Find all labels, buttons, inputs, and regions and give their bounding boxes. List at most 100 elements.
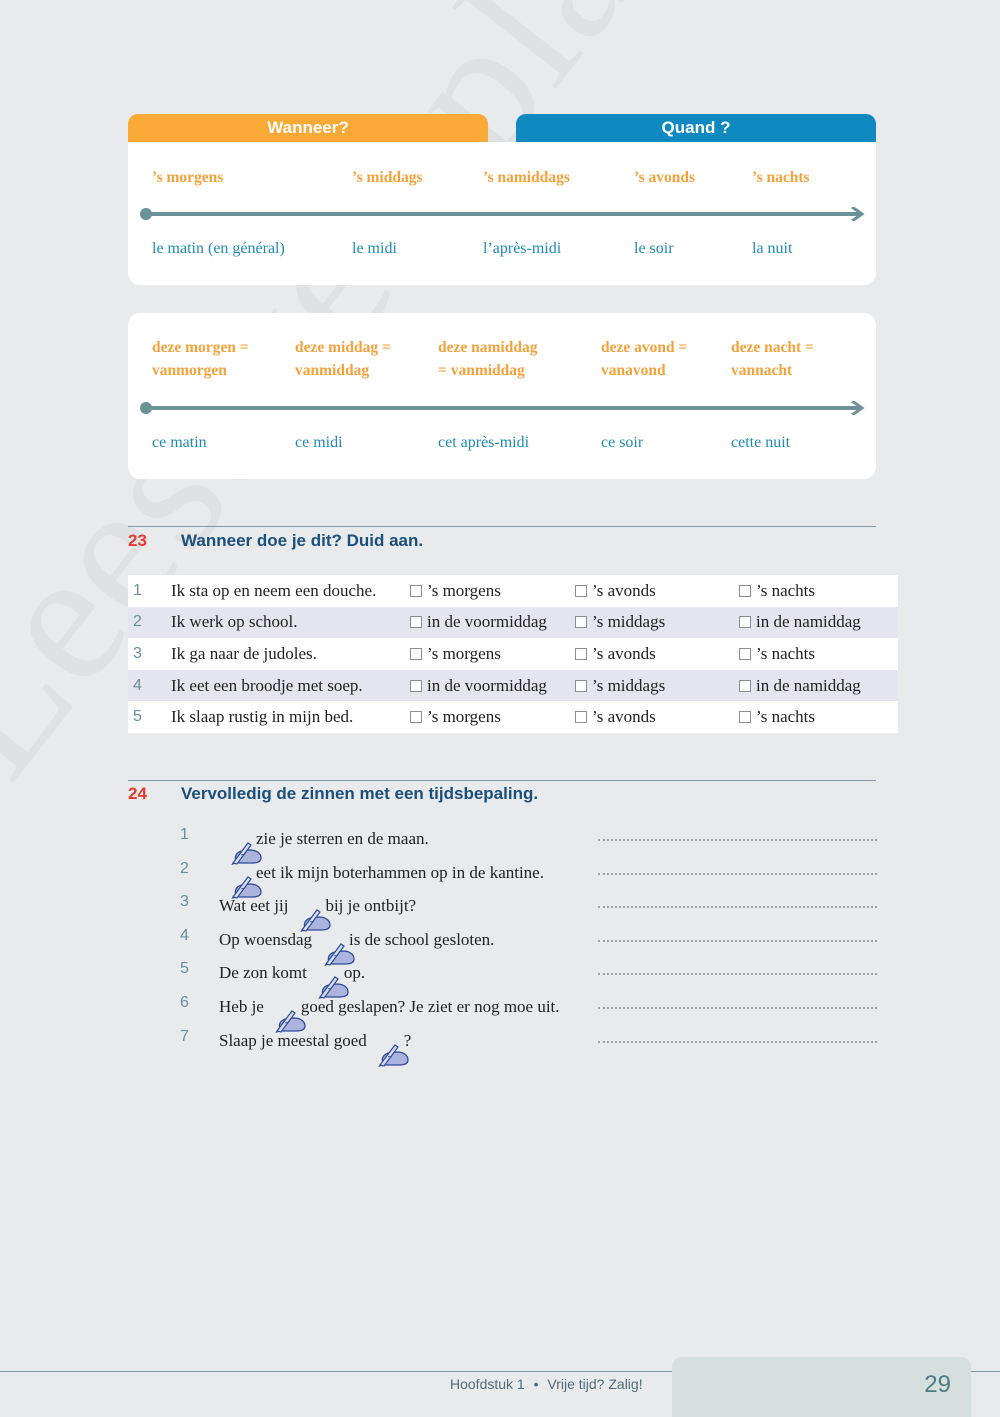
option[interactable]: ’s nachts: [739, 707, 815, 727]
checkbox[interactable]: [410, 584, 422, 597]
option[interactable]: in de namiddag: [739, 612, 861, 632]
term: ’s avonds: [634, 169, 696, 186]
checkbox[interactable]: [575, 647, 587, 660]
option[interactable]: ’s avonds: [575, 581, 656, 601]
option[interactable]: ’s middags: [575, 676, 665, 696]
tab-quand: Quand ?: [516, 114, 876, 142]
writing-hand-icon: [309, 955, 349, 1000]
checkbox[interactable]: [575, 584, 587, 597]
item-number: 7: [180, 1027, 189, 1045]
term: deze nacht = vannacht: [731, 336, 814, 382]
sentence: Ik werk op school.: [171, 612, 298, 632]
item-number: 2: [180, 859, 189, 877]
option-label: ’s middags: [592, 675, 666, 695]
tab-wanneer: Wanneer?: [128, 114, 488, 142]
checkbox[interactable]: [575, 616, 587, 629]
checkbox[interactable]: [739, 647, 751, 660]
option-label: ’s avonds: [592, 580, 656, 600]
item-number: 3: [180, 893, 189, 911]
answer-line[interactable]: [598, 1040, 877, 1043]
translation: le matin (en général): [152, 240, 285, 257]
sentence-start: De zon komt: [219, 963, 307, 983]
table-row: 4 Ik eet een broodje met soep. in de voo…: [128, 669, 898, 702]
list-item: 3 Wat eet jij bij je ontbijt?: [0, 887, 1000, 933]
sentence: Ik sta op en neem een douche.: [171, 580, 377, 600]
writing-hand-icon: [221, 821, 262, 865]
exercise-number: 24: [128, 784, 147, 803]
checkbox[interactable]: [410, 616, 422, 629]
answer-line[interactable]: [598, 973, 877, 976]
divider: [128, 780, 876, 781]
writing-hand-icon: [290, 888, 331, 933]
sentence-end: bij je ontbijt?: [325, 896, 417, 916]
term: deze morgen = vanmorgen: [152, 336, 249, 382]
item-number: 6: [180, 994, 189, 1011]
checkbox[interactable]: [575, 679, 587, 692]
sentence: Heb je goed geslapen? Je ziet er nog moe…: [219, 993, 560, 1033]
table-row: 1 Ik sta op en neem een douche. ’s morge…: [128, 575, 898, 607]
translation: le soir: [634, 240, 674, 257]
option[interactable]: ’s morgens: [410, 581, 501, 601]
translation: cette nuit: [731, 434, 791, 451]
sentence-start: Wat eet jij: [219, 896, 289, 916]
term-line: vanmorgen: [152, 362, 227, 379]
option[interactable]: ’s middags: [575, 612, 665, 632]
timeline-arrow: [140, 207, 868, 221]
chapter-title: Vrije tijd? Zalig!: [547, 1376, 643, 1392]
option[interactable]: ’s avonds: [575, 644, 656, 664]
answer-line[interactable]: [598, 839, 877, 841]
option[interactable]: ’s avonds: [575, 707, 656, 727]
answer-line[interactable]: [598, 906, 877, 909]
option[interactable]: ’s morgens: [410, 707, 501, 727]
answer-line[interactable]: [598, 872, 877, 875]
list-item: 1 zie je sterren en de maan.: [0, 820, 1000, 865]
item-number: 1: [180, 826, 189, 843]
checkbox[interactable]: [739, 616, 751, 629]
chapter-label: Hoofdstuk 1: [450, 1376, 525, 1392]
list-item: 2 eet ik mijn boterhammen op in de kanti…: [0, 854, 1000, 899]
sentence-end: zie je sterren en de maan.: [256, 829, 429, 848]
list-item: 6 Heb je goed geslapen? Je ziet er nog mo…: [0, 988, 1000, 1033]
term-line: vanavond: [601, 362, 666, 379]
option[interactable]: ’s morgens: [410, 644, 501, 664]
sentence: Wat eet jij bij je ontbijt?: [219, 892, 417, 933]
table-row: 2 Ik werk op school. in de voormiddag ’s…: [128, 606, 898, 639]
option[interactable]: in de voormiddag: [410, 676, 547, 696]
option-label: ’s avonds: [592, 643, 656, 663]
term: ’s middags: [352, 169, 423, 186]
option[interactable]: in de namiddag: [739, 676, 861, 696]
checkbox[interactable]: [410, 711, 422, 724]
checkbox[interactable]: [739, 679, 751, 692]
exercise-number: 23: [128, 531, 147, 550]
checkbox[interactable]: [575, 711, 587, 724]
answer-line[interactable]: [598, 1007, 877, 1009]
option-label: ’s morgens: [427, 707, 501, 727]
sentence-end: is de school gesloten.: [349, 929, 495, 949]
writing-hand-icon: [369, 1023, 409, 1067]
checkbox[interactable]: [410, 647, 422, 660]
option[interactable]: ’s nachts: [739, 644, 815, 664]
page-number: 29: [924, 1371, 951, 1398]
answer-line[interactable]: [598, 939, 877, 942]
term-line: = vanmiddag: [438, 362, 525, 379]
sentence: Op woensdag is de school gesloten.: [219, 926, 495, 966]
option[interactable]: in de voormiddag: [410, 612, 547, 632]
writing-hand-icon: [221, 855, 262, 899]
list-item: 5 De zon komt op.: [0, 954, 1000, 1000]
checkbox[interactable]: [739, 711, 751, 724]
sentence: Slaap je meestal goed ?: [219, 1027, 411, 1067]
term: ’s nachts: [752, 169, 810, 186]
option-label: in de voormiddag: [427, 612, 547, 632]
sentence-end: eet ik mijn boterhammen op in de kantine…: [256, 862, 544, 882]
option-label: ’s nachts: [756, 643, 816, 663]
separator-dot: •: [533, 1376, 539, 1392]
writing-hand-icon: [314, 922, 355, 966]
option[interactable]: ’s nachts: [739, 581, 815, 601]
list-item: 7 Slaap je meestal goed ?: [0, 1022, 1000, 1067]
term: deze middag = vanmiddag: [295, 336, 391, 382]
checkbox[interactable]: [410, 679, 422, 692]
table-row: 3 Ik ga naar de judoles. ’s morgens ’s a…: [128, 638, 898, 670]
term: deze namiddag = vanmiddag: [438, 336, 537, 382]
row-number: 1: [133, 581, 142, 599]
checkbox[interactable]: [739, 584, 751, 597]
